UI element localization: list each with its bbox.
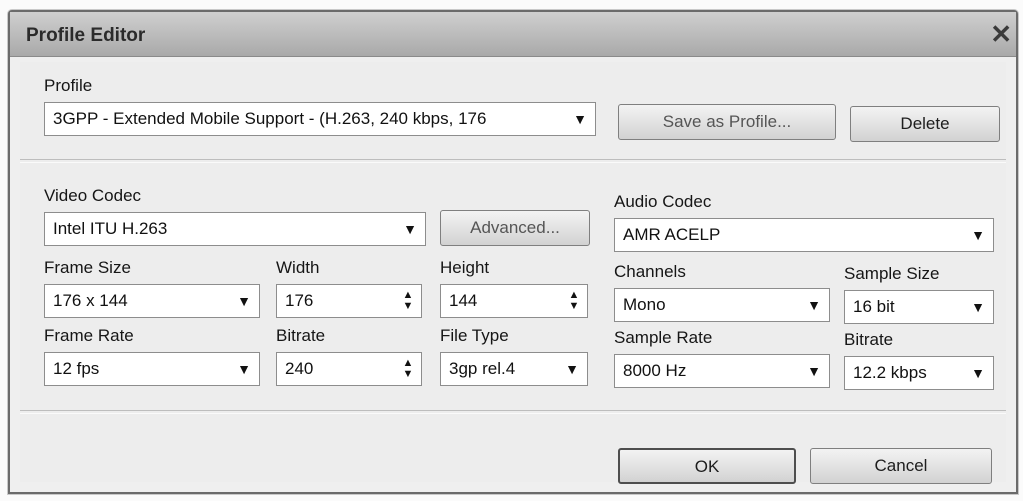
chevron-down-icon: ▼ — [403, 221, 417, 237]
sample-rate-dropdown[interactable]: 8000 Hz ▼ — [614, 354, 830, 388]
chevron-down-icon: ▼ — [237, 293, 251, 309]
advanced-button[interactable]: Advanced... — [440, 210, 590, 246]
chevron-down-icon: ▼ — [971, 227, 985, 243]
frame-rate-value: 12 fps — [53, 359, 100, 378]
delete-button[interactable]: Delete — [850, 106, 1000, 142]
chevron-down-icon: ▼ — [565, 361, 579, 377]
channels-dropdown[interactable]: Mono ▼ — [614, 288, 830, 322]
spin-arrows-icon[interactable]: ▲ ▼ — [401, 356, 415, 382]
video-codec-value: Intel ITU H.263 — [53, 219, 168, 238]
channels-label: Channels — [614, 262, 686, 281]
height-stepper[interactable]: 144 ▲ ▼ — [440, 284, 588, 318]
chevron-down-icon: ▼ — [573, 111, 587, 127]
file-type-dropdown[interactable]: 3gp rel.4 ▼ — [440, 352, 588, 386]
video-codec-label: Video Codec — [44, 186, 142, 205]
dialog-body: Profile 3GPP - Extended Mobile Support -… — [20, 62, 1006, 484]
height-label: Height — [440, 258, 490, 277]
audio-bitrate-dropdown[interactable]: 12.2 kbps ▼ — [844, 356, 994, 390]
sample-size-dropdown[interactable]: 16 bit ▼ — [844, 290, 994, 324]
profile-value: 3GPP - Extended Mobile Support - (H.263,… — [53, 109, 487, 128]
file-type-value: 3gp rel.4 — [449, 359, 516, 378]
save-as-profile-button[interactable]: Save as Profile... — [618, 104, 836, 140]
chevron-down-icon: ▼ — [807, 297, 821, 313]
sample-size-value: 16 bit — [853, 297, 895, 316]
profile-dropdown[interactable]: 3GPP - Extended Mobile Support - (H.263,… — [44, 102, 596, 136]
audio-bitrate-value: 12.2 kbps — [853, 363, 927, 382]
title-bar: Profile Editor ✕ — [10, 12, 1016, 57]
video-bitrate-stepper[interactable]: 240 ▲ ▼ — [276, 352, 422, 386]
sample-rate-value: 8000 Hz — [623, 361, 687, 380]
channels-value: Mono — [623, 295, 666, 314]
chevron-down-icon: ▼ — [807, 363, 821, 379]
profile-editor-dialog: Profile Editor ✕ Profile 3GPP - Extended… — [8, 10, 1018, 494]
video-bitrate-label: Bitrate — [276, 326, 326, 345]
spin-arrows-icon[interactable]: ▲ ▼ — [401, 288, 415, 314]
width-value: 176 — [285, 291, 314, 310]
width-stepper[interactable]: 176 ▲ ▼ — [276, 284, 422, 318]
spin-down-icon[interactable]: ▼ — [403, 301, 414, 312]
audio-codec-label: Audio Codec — [614, 192, 712, 211]
window-title: Profile Editor — [26, 25, 146, 46]
file-type-label: File Type — [440, 326, 509, 345]
frame-rate-dropdown[interactable]: 12 fps ▼ — [44, 352, 260, 386]
spin-arrows-icon[interactable]: ▲ ▼ — [567, 288, 581, 314]
ok-button[interactable]: OK — [618, 448, 796, 484]
frame-size-value: 176 x 144 — [53, 291, 128, 310]
sample-size-label: Sample Size — [844, 264, 940, 283]
frame-size-dropdown[interactable]: 176 x 144 ▼ — [44, 284, 260, 318]
close-icon[interactable]: ✕ — [990, 21, 1012, 47]
frame-size-label: Frame Size — [44, 258, 131, 277]
chevron-down-icon: ▼ — [971, 299, 985, 315]
chevron-down-icon: ▼ — [237, 361, 251, 377]
video-bitrate-value: 240 — [285, 359, 314, 378]
chevron-down-icon: ▼ — [971, 365, 985, 381]
width-label: Width — [276, 258, 320, 277]
profile-label: Profile — [44, 76, 93, 95]
spin-down-icon[interactable]: ▼ — [569, 301, 580, 312]
audio-bitrate-label: Bitrate — [844, 330, 894, 349]
sample-rate-label: Sample Rate — [614, 328, 713, 347]
spin-down-icon[interactable]: ▼ — [403, 369, 414, 380]
audio-codec-value: AMR ACELP — [623, 225, 721, 244]
audio-codec-dropdown[interactable]: AMR ACELP ▼ — [614, 218, 994, 252]
video-codec-dropdown[interactable]: Intel ITU H.263 ▼ — [44, 212, 426, 246]
divider — [20, 159, 1006, 163]
divider — [20, 410, 1006, 414]
height-value: 144 — [449, 291, 478, 310]
frame-rate-label: Frame Rate — [44, 326, 134, 345]
cancel-button[interactable]: Cancel — [810, 448, 992, 484]
